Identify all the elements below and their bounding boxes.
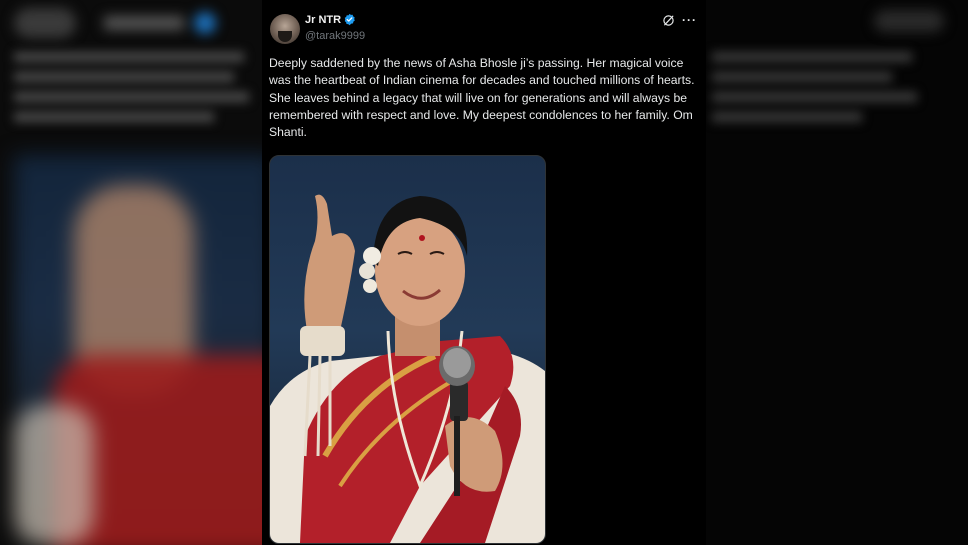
blurred-text — [14, 52, 254, 142]
blurred-background-left — [0, 0, 262, 545]
blurred-button — [874, 10, 944, 32]
author-handle[interactable]: @tarak9999 — [305, 30, 365, 42]
singer-portrait-image — [270, 194, 545, 543]
blurred-header — [14, 8, 234, 38]
post-card: Jr NTR @tarak9999 ··· Deeply saddened by… — [262, 0, 706, 545]
post-text: Deeply saddened by the news of Asha Bhos… — [269, 56, 695, 140]
grok-icon[interactable] — [662, 14, 675, 27]
avatar[interactable] — [270, 14, 300, 44]
author-name[interactable]: Jr NTR — [305, 14, 341, 26]
more-options-icon[interactable]: ··· — [682, 13, 697, 27]
post-photo[interactable] — [269, 155, 546, 544]
blurred-photo — [14, 155, 262, 545]
blurred-text — [712, 52, 922, 142]
verified-badge-icon — [344, 13, 355, 26]
blurred-background-right — [706, 0, 968, 545]
